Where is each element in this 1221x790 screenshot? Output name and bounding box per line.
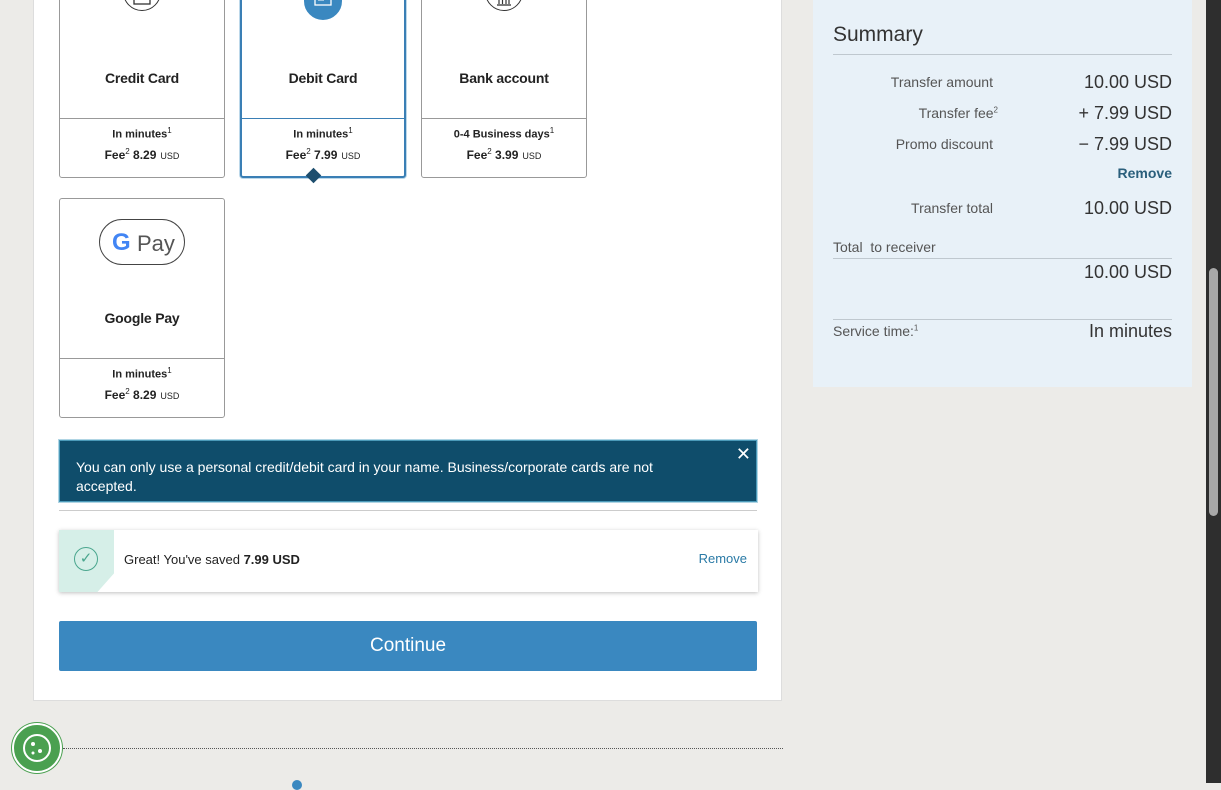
bank-icon bbox=[485, 0, 523, 11]
personal-card-notice: You can only use a personal credit/debit… bbox=[59, 440, 757, 502]
promo-discount-label: Promo discount bbox=[895, 136, 993, 152]
divider bbox=[59, 510, 757, 511]
credit-card-icon bbox=[123, 0, 161, 11]
credit-card-fee: Fee2 8.29 USD bbox=[104, 146, 180, 162]
google-pay-logo: G Pay bbox=[99, 219, 185, 265]
check-icon: ✓ bbox=[74, 547, 98, 571]
continue-button[interactable]: Continue bbox=[59, 621, 757, 671]
promo-discount-value: − 7.99 USD bbox=[1078, 134, 1172, 154]
debit-card-speed: In minutes1 bbox=[293, 126, 353, 141]
divider bbox=[833, 258, 1172, 259]
transfer-total-value: 10.00 USD bbox=[1083, 198, 1172, 218]
credit-card-label: Credit Card bbox=[104, 70, 180, 86]
google-pay-fee: Fee2 8.29 USD bbox=[104, 386, 180, 402]
summary-panel: Summary Transfer amount 10.00 USD Transf… bbox=[813, 0, 1192, 387]
close-icon[interactable]: ✕ bbox=[736, 444, 751, 465]
bank-account-fee: Fee2 3.99 USD bbox=[466, 146, 542, 162]
payment-option-bank-account[interactable]: Bank account 0-4 Business days1 Fee2 3.9… bbox=[421, 0, 587, 178]
transfer-amount-label: Transfer amount bbox=[890, 74, 993, 90]
debit-card-fee: Fee2 7.99 USD bbox=[285, 146, 361, 162]
cookie-settings-icon[interactable] bbox=[12, 723, 62, 773]
payment-option-google-pay[interactable]: G Pay Google Pay In minutes1 Fee2 8.29 USD bbox=[59, 198, 225, 418]
credit-card-speed: In minutes1 bbox=[112, 126, 172, 141]
service-time-value: In minutes bbox=[1088, 321, 1172, 341]
transfer-fee-label: Transfer fee2 bbox=[918, 105, 998, 121]
bank-account-label: Bank account bbox=[459, 70, 549, 86]
divider bbox=[833, 319, 1172, 320]
notice-text: You can only use a personal credit/debit… bbox=[76, 459, 653, 494]
google-pay-speed: In minutes1 bbox=[112, 366, 172, 381]
divider bbox=[833, 54, 1172, 55]
transfer-amount-value: 10.00 USD bbox=[1083, 72, 1172, 92]
bank-account-speed: 0-4 Business days1 bbox=[453, 126, 555, 141]
debit-card-icon bbox=[304, 0, 342, 20]
receiver-total-label: Total to receiver bbox=[833, 239, 936, 255]
google-pay-label: Google Pay bbox=[104, 310, 180, 326]
summary-title: Summary bbox=[833, 23, 923, 46]
page-scrollbar[interactable] bbox=[1206, 0, 1221, 783]
payment-option-credit-card[interactable]: Credit Card In minutes1 Fee2 8.29 USD bbox=[59, 0, 225, 178]
summary-remove-promo-link[interactable]: Remove bbox=[1118, 165, 1172, 181]
scrollbar-thumb[interactable] bbox=[1209, 268, 1218, 516]
promo-saved-text: Great! You've saved 7.99 USD bbox=[124, 552, 300, 567]
service-time-label: Service time:1 bbox=[833, 323, 919, 339]
divider bbox=[63, 748, 783, 749]
payment-option-debit-card[interactable]: Debit Card In minutes1 Fee2 7.99 USD bbox=[240, 0, 406, 178]
transfer-total-label: Transfer total bbox=[911, 200, 993, 216]
receiver-total-value: 10.00 USD bbox=[1083, 262, 1172, 282]
info-icon bbox=[292, 780, 302, 790]
debit-card-label: Debit Card bbox=[288, 70, 358, 86]
promo-remove-link[interactable]: Remove bbox=[699, 551, 747, 566]
transfer-fee-value: + 7.99 USD bbox=[1078, 103, 1172, 123]
promo-applied-banner: ✓ Great! You've saved 7.99 USD Remove bbox=[59, 530, 758, 592]
